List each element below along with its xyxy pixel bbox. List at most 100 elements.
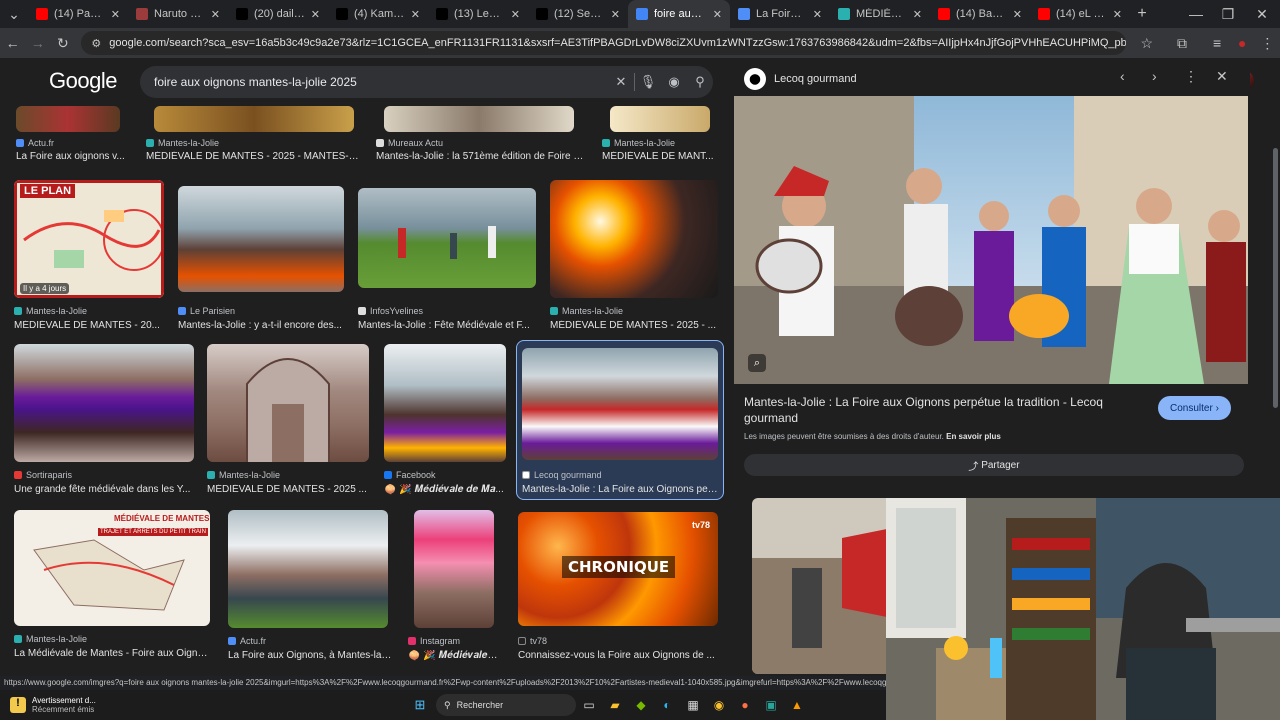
tab-close-icon[interactable]: ✕ — [611, 8, 620, 21]
tab-close-icon[interactable]: ✕ — [813, 8, 822, 21]
maximize-button[interactable]: ❐ — [1212, 6, 1244, 23]
extensions-icon[interactable]: ⧉ — [1169, 35, 1194, 52]
close-window-button[interactable]: ✕ — [1244, 6, 1280, 23]
tab-close-icon[interactable]: ✕ — [511, 8, 520, 21]
result-image[interactable] — [207, 344, 369, 462]
result-title[interactable]: 🧅 🎉 𝑴𝒆́𝒅𝒊𝒆́𝒗𝒂𝒍𝒆 𝒅𝒆 𝑴𝒂... — [384, 484, 508, 495]
file-explorer-icon[interactable]: ▰ — [602, 698, 628, 712]
result-image[interactable] — [16, 106, 120, 132]
tab-4[interactable]: (4) Kamal & Ky... ✕ — [328, 0, 428, 28]
related-image[interactable] — [752, 498, 892, 674]
result-image[interactable] — [178, 186, 344, 292]
share-button[interactable]: ⤴ Partager — [744, 454, 1244, 476]
tab-3[interactable]: (20) daily naruto... ✕ — [228, 0, 328, 28]
nvidia-icon[interactable]: ◆ — [628, 698, 654, 712]
result-image[interactable] — [522, 348, 718, 460]
result-card[interactable]: Actu.fr La Foire aux oignons v... — [16, 106, 126, 166]
result-title[interactable]: MÉDIÉVALE DE MANT... — [602, 151, 718, 162]
result-title[interactable]: MÉDIÉVALE DE MANTES - 2025 - ... — [550, 320, 716, 331]
tab-11[interactable]: (14) eL Mehdi... ✕ — [1030, 0, 1130, 28]
tab-close-icon[interactable]: ✕ — [411, 8, 420, 21]
profile-icon[interactable]: ● — [1230, 35, 1255, 51]
result-title[interactable]: MÉDIÉVALE DE MANTES - 2025 - MANTES-L... — [146, 151, 362, 162]
vlc-icon[interactable]: ▲ — [784, 698, 810, 712]
result-card-selected[interactable]: Lecoq gourmand Mantes-la-Jolie : La Foir… — [522, 348, 720, 496]
tab-8[interactable]: La Foire aux oi... ✕ — [730, 0, 830, 28]
result-image[interactable] — [154, 106, 354, 132]
more-options-icon[interactable]: ⋮ — [1184, 68, 1198, 85]
result-title[interactable]: La Foire aux Oignons, à Mantes-la-... — [228, 650, 392, 661]
result-card[interactable]: InfosYvelines Mantes-la-Jolie : Fête Méd… — [358, 188, 540, 332]
address-bar[interactable]: ⚙ google.com/search?sca_esv=16a5b3c49c9a… — [81, 31, 1127, 55]
result-image[interactable]: MÉDIÉVALE DE MANTES TRAJET ET ARRÊTS DU … — [14, 510, 210, 626]
google-logo[interactable]: Google — [49, 68, 117, 94]
result-card[interactable]: Instagram 🧅 🎉 𝑴𝒆́𝒅𝒊𝒆́𝒗𝒂𝒍𝒆 ... — [408, 510, 498, 662]
store-icon[interactable]: ▦ — [680, 698, 706, 712]
tab-close-icon[interactable]: ✕ — [713, 8, 722, 21]
prev-icon[interactable]: ‹ — [1120, 68, 1125, 84]
result-image[interactable]: LE PLAN Il y a 4 jours — [14, 180, 164, 298]
tab-close-icon[interactable]: ✕ — [913, 8, 922, 21]
result-image[interactable] — [384, 344, 506, 462]
taskbar-search[interactable]: ⚲ Rechercher — [436, 694, 576, 716]
consult-button[interactable]: Consulter › — [1158, 396, 1231, 420]
result-card[interactable]: LE PLAN Il y a 4 jours Mantes-la-Jolie M… — [14, 180, 164, 332]
result-card[interactable]: Mantes-la-Jolie MÉDIÉVALE DE MANT... — [602, 106, 718, 166]
back-icon[interactable]: ← — [0, 35, 25, 51]
next-icon[interactable]: › — [1152, 68, 1157, 84]
search-box[interactable]: foire aux oignons mantes-la-jolie 2025 ✕… — [140, 66, 713, 98]
tab-6[interactable]: (12) Sebastien... ✕ — [528, 0, 628, 28]
tab-10[interactable]: (14) Baumette... ✕ — [930, 0, 1030, 28]
new-tab-button[interactable]: + — [1130, 5, 1154, 23]
result-card[interactable]: Mantes-la-Jolie MÉDIÉVALE DE MANTES - 20… — [146, 106, 362, 166]
result-card[interactable]: CHRONIQUE tv78 tv78 Connaissez-vous la F… — [518, 512, 720, 662]
tab-9[interactable]: MÉDIÉVALE DE... ✕ — [830, 0, 930, 28]
cast-icon[interactable]: ≡ — [1205, 35, 1230, 51]
result-image[interactable] — [384, 106, 574, 132]
result-title[interactable]: Connaissez-vous la Foire aux Oignons de … — [518, 650, 718, 661]
edge-icon[interactable]: ◐ — [654, 698, 680, 712]
result-title[interactable]: La Foire aux oignons v... — [16, 151, 126, 162]
tab-close-icon[interactable]: ✕ — [1013, 8, 1022, 21]
result-image[interactable] — [610, 106, 710, 132]
close-panel-icon[interactable]: ✕ — [1216, 68, 1228, 85]
search-icon[interactable]: ⚲ — [687, 74, 713, 90]
minimize-button[interactable]: — — [1180, 6, 1212, 22]
result-title[interactable]: 🧅 🎉 𝑴𝒆́𝒅𝒊𝒆́𝒗𝒂𝒍𝒆 ... — [408, 650, 498, 661]
result-image[interactable]: CHRONIQUE tv78 — [518, 512, 718, 626]
learn-more-link[interactable]: En savoir plus — [946, 432, 1001, 441]
result-card[interactable]: Le Parisien Mantes-la-Jolie : y a-t-il e… — [178, 186, 346, 332]
forward-icon[interactable]: → — [25, 35, 50, 51]
result-image[interactable] — [228, 510, 388, 628]
app-icon[interactable]: ▣ — [758, 698, 784, 712]
windows-start-icon[interactable]: ⊞ — [410, 697, 430, 713]
result-title[interactable]: Mantes-la-Jolie : y a-t-il encore des... — [178, 320, 346, 331]
clear-icon[interactable]: ✕ — [608, 74, 634, 90]
bookmark-star-icon[interactable]: ☆ — [1134, 35, 1159, 52]
panel-title[interactable]: Mantes-la-Jolie : La Foire aux Oignons p… — [744, 394, 1124, 426]
tab-close-icon[interactable]: ✕ — [1113, 8, 1122, 21]
result-title[interactable]: La Médiévale de Mantes - Foire aux Oigno… — [14, 648, 210, 659]
result-card[interactable]: Mureaux Actu Mantes-la-Jolie : la 571ème… — [376, 106, 586, 166]
lens-icon[interactable]: ◉ — [661, 74, 687, 90]
voice-search-icon[interactable]: 🎙 — [635, 74, 661, 90]
result-image[interactable] — [414, 510, 494, 628]
search-input[interactable]: foire aux oignons mantes-la-jolie 2025 — [154, 75, 608, 89]
result-title[interactable]: MÉDIÉVALE DE MANTES - 20... — [14, 320, 164, 331]
firefox-icon[interactable]: ● — [732, 698, 758, 712]
result-card[interactable]: Mantes-la-Jolie MÉDIÉVALE DE MANTES - 20… — [207, 344, 371, 496]
result-title[interactable]: Mantes-la-Jolie : la 571ème édition de F… — [376, 151, 586, 162]
tab-1[interactable]: (14) Paul Deutsche... ✕ — [28, 0, 128, 28]
tab-close-icon[interactable]: ✕ — [311, 8, 320, 21]
result-image[interactable] — [358, 188, 536, 288]
result-card[interactable]: MÉDIÉVALE DE MANTES TRAJET ET ARRÊTS DU … — [14, 510, 212, 662]
tab-close-icon[interactable]: ✕ — [211, 8, 220, 21]
lens-search-icon[interactable]: ⌕ — [748, 354, 766, 372]
result-card[interactable]: Mantes-la-Jolie MÉDIÉVALE DE MANTES - 20… — [550, 180, 720, 332]
scrollbar-thumb[interactable] — [1273, 148, 1278, 408]
result-title[interactable]: Mantes-la-Jolie : Fête Médiévale et F... — [358, 320, 540, 331]
tab-2[interactable]: Naruto • Capta... ✕ — [128, 0, 228, 28]
panel-source[interactable]: Lecoq gourmand — [774, 73, 857, 85]
result-image[interactable] — [550, 180, 718, 298]
tab-search-icon[interactable]: ⌄ — [0, 6, 28, 23]
